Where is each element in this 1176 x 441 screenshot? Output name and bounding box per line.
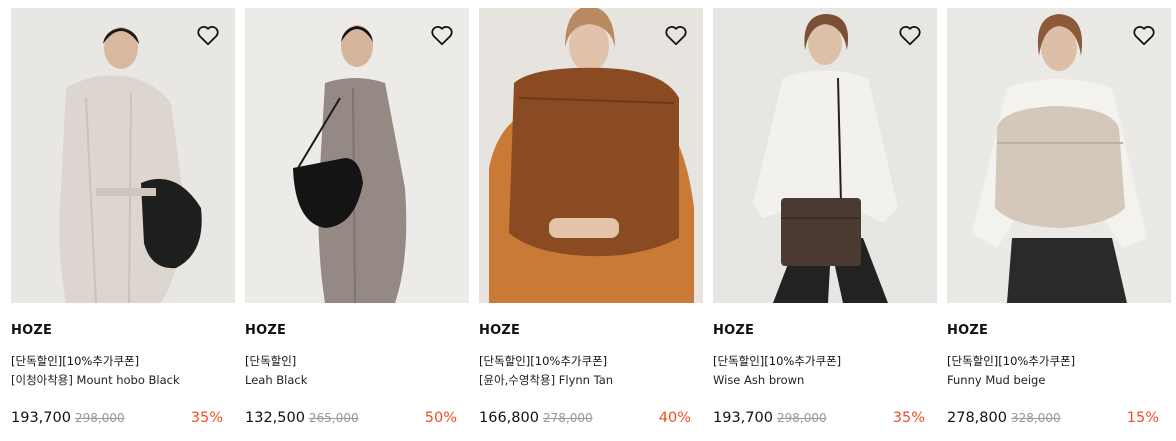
product-card[interactable]: HOZE [단독할인][10%추가쿠폰] Funny Mud beige 278…	[947, 0, 1171, 441]
heart-outline-icon[interactable]	[1131, 22, 1157, 48]
price-row: 193,700 298,000 35%	[713, 410, 925, 430]
product-card[interactable]: HOZE [단독할인][10%추가쿠폰] [이청아착용] Mount hobo …	[11, 0, 235, 441]
discount-rate: 40%	[658, 410, 691, 426]
discount-rate: 35%	[190, 410, 223, 426]
original-price: 298,000	[776, 411, 827, 425]
promo-tag: [단독할인][10%추가쿠폰]	[479, 354, 608, 368]
price-row: 193,700 298,000 35%	[11, 410, 223, 430]
product-grid: HOZE [단독할인][10%추가쿠폰] [이청아착용] Mount hobo …	[0, 0, 1176, 441]
heart-outline-icon[interactable]	[195, 22, 221, 48]
sale-price: 193,700	[11, 410, 71, 426]
heart-outline-icon[interactable]	[663, 22, 689, 48]
product-title[interactable]: Leah Black	[245, 373, 307, 387]
promo-tag: [단독할인]	[245, 354, 297, 368]
brand-name[interactable]: HOZE	[245, 323, 286, 338]
sale-price: 166,800	[479, 410, 539, 426]
product-image[interactable]	[947, 8, 1171, 303]
original-price: 328,000	[1010, 411, 1061, 425]
brand-name[interactable]: HOZE	[479, 323, 520, 338]
product-image[interactable]	[11, 8, 235, 303]
original-price: 298,000	[74, 411, 125, 425]
brand-name[interactable]: HOZE	[713, 323, 754, 338]
price-row: 278,800 328,000 15%	[947, 410, 1159, 430]
product-image[interactable]	[245, 8, 469, 303]
product-title[interactable]: [윤아,수영착용] Flynn Tan	[479, 373, 613, 387]
promo-tag: [단독할인][10%추가쿠폰]	[713, 354, 842, 368]
price-row: 166,800 278,000 40%	[479, 410, 691, 430]
brand-name[interactable]: HOZE	[11, 323, 52, 338]
promo-tag: [단독할인][10%추가쿠폰]	[947, 354, 1076, 368]
product-title[interactable]: Wise Ash brown	[713, 373, 804, 387]
sale-price: 193,700	[713, 410, 773, 426]
discount-rate: 50%	[424, 410, 457, 426]
promo-tag: [단독할인][10%추가쿠폰]	[11, 354, 140, 368]
heart-outline-icon[interactable]	[429, 22, 455, 48]
product-card[interactable]: HOZE [단독할인][10%추가쿠폰] Wise Ash brown 193,…	[713, 0, 937, 441]
original-price: 265,000	[308, 411, 359, 425]
product-card[interactable]: HOZE [단독할인] Leah Black 132,500 265,000 50…	[245, 0, 469, 441]
price-row: 132,500 265,000 50%	[245, 410, 457, 430]
original-price: 278,000	[542, 411, 593, 425]
product-title[interactable]: [이청아착용] Mount hobo Black	[11, 373, 180, 387]
sale-price: 278,800	[947, 410, 1007, 426]
discount-rate: 35%	[892, 410, 925, 426]
sale-price: 132,500	[245, 410, 305, 426]
discount-rate: 15%	[1126, 410, 1159, 426]
product-image[interactable]	[479, 8, 703, 303]
product-image[interactable]	[713, 8, 937, 303]
product-title[interactable]: Funny Mud beige	[947, 373, 1045, 387]
brand-name[interactable]: HOZE	[947, 323, 988, 338]
heart-outline-icon[interactable]	[897, 22, 923, 48]
product-card[interactable]: HOZE [단독할인][10%추가쿠폰] [윤아,수영착용] Flynn Tan…	[479, 0, 703, 441]
